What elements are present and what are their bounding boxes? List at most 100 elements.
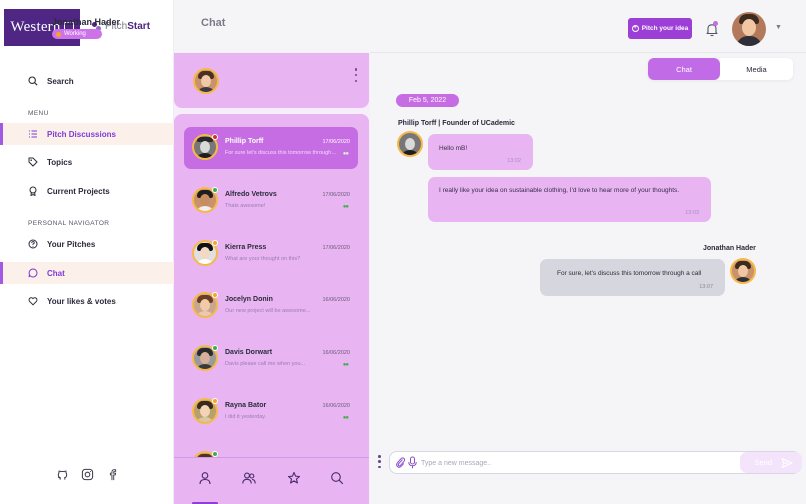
tab-chat[interactable]: Chat (648, 58, 720, 80)
notification-badge (713, 21, 718, 26)
conversation-tabs: Chat Media (648, 58, 793, 80)
last-message-time: 17/06/2020 (322, 139, 350, 145)
status-dot-icon (56, 31, 61, 37)
search-icon (331, 472, 344, 485)
chat-list-item[interactable] (184, 444, 358, 457)
delivered-icon: ●● (342, 151, 349, 157)
last-message-time: 16/06/2020 (322, 403, 350, 409)
microphone-icon[interactable] (407, 456, 418, 469)
contact-name: Alfredo Vetrovs (225, 191, 277, 198)
contact-name: Davis Dorwart (225, 349, 273, 356)
github-icon[interactable] (56, 468, 69, 481)
last-message-time: 16/06/2020 (322, 297, 350, 303)
status-dot (212, 134, 218, 140)
last-message-preview: For sure let's discuss this tomorrow thr… (225, 150, 337, 156)
star-icon (287, 471, 301, 484)
status-dot (212, 345, 218, 351)
last-message-time: 16/06/2020 (322, 350, 350, 356)
status-dot (212, 240, 218, 246)
tab-groups[interactable] (241, 470, 257, 486)
send-button[interactable]: Send (740, 452, 802, 473)
composer-options-icon[interactable] (378, 455, 381, 468)
contact-name: Jocelyn Donin (225, 296, 273, 303)
incoming-message: Hello mB! 13:02 (428, 134, 533, 170)
contact-name: Kierra Press (225, 244, 267, 251)
sidebar-item-label: Topics (47, 157, 73, 167)
sender-avatar[interactable] (397, 131, 423, 157)
university-logo[interactable]: Western (4, 9, 80, 46)
chat-bubble-icon (28, 268, 38, 278)
list-icon (29, 130, 37, 138)
incoming-message: I really like your idea on sustainable c… (428, 177, 711, 222)
outgoing-message: For sure, let's discuss this tomorrow th… (540, 259, 725, 296)
sidebar-item-chat[interactable]: Chat (0, 262, 174, 284)
more-options-icon[interactable] (354, 68, 358, 82)
reply-sender-name: Jonathan Hader (703, 245, 756, 252)
status-selector[interactable]: Working (52, 29, 102, 39)
sidebar-item-label: Chat (47, 268, 65, 278)
instagram-icon[interactable] (81, 468, 94, 481)
sidebar-item-pitch-discussions[interactable]: Pitch Discussions (0, 123, 174, 145)
last-message-preview: Our new project will be awesome... (225, 308, 311, 314)
tab-favorites[interactable] (286, 470, 302, 486)
message-input[interactable] (421, 456, 721, 470)
status-label: Working (64, 31, 86, 37)
status-dot (212, 187, 218, 193)
sender-label: Phillip Torff | Founder of UCademic (398, 120, 515, 127)
chat-list-item[interactable]: Jocelyn Donin 16/06/2020 Our new project… (184, 285, 358, 327)
pitch-idea-label: Pitch your idea (641, 25, 689, 32)
page-title: Chat (201, 17, 226, 29)
last-message-preview: What are your thought on this? (225, 256, 301, 262)
message-time: 13:02 (507, 158, 521, 164)
tag-icon (28, 157, 38, 167)
sidebar-item-your-pitches[interactable]: Your Pitches (0, 233, 174, 255)
sidebar-item-search[interactable]: Search (0, 70, 174, 92)
send-label: Send (754, 458, 772, 467)
sidebar: Western Pitch Start Search MENU Pitch Dis… (0, 0, 174, 504)
menu-heading: MENU (28, 110, 49, 117)
question-circle-icon (28, 239, 38, 249)
sidebar-item-current-projects[interactable]: Current Projects (0, 180, 174, 202)
current-user-card (174, 53, 369, 108)
chat-list-item[interactable]: Alfredo Vetrovs 17/06/2020 Thats awesome… (184, 180, 358, 222)
heart-icon (28, 297, 38, 306)
personal-navigator-heading: PERSONAL NAVIGATOR (28, 220, 110, 227)
contact-name: Phillip Torff (225, 138, 264, 145)
person-icon (199, 472, 211, 485)
last-message-time: 17/06/2020 (322, 192, 350, 198)
read-receipt-icon: ●● (342, 415, 349, 421)
send-icon (781, 457, 793, 468)
sidebar-item-topics[interactable]: Topics (0, 151, 174, 173)
chat-list-item[interactable]: Phillip Torff 17/06/2020 For sure let's … (184, 127, 358, 169)
award-icon (29, 186, 37, 196)
current-user-name: Jonathan Hader (52, 17, 121, 27)
people-icon (242, 472, 256, 484)
pitch-idea-button[interactable]: + Pitch your idea (628, 18, 692, 39)
last-message-preview: I did it yesterday. (225, 414, 267, 420)
sidebar-item-label: Your Pitches (47, 239, 96, 249)
message-time: 13:07 (699, 284, 713, 290)
sidebar-item-label: Current Projects (47, 186, 110, 196)
chat-list-item[interactable]: Kierra Press 17/06/2020 What are your th… (184, 233, 358, 275)
facebook-icon[interactable] (106, 468, 119, 481)
reply-avatar[interactable] (730, 258, 756, 284)
current-user-avatar[interactable] (193, 68, 219, 94)
message-text: For sure, let's discuss this tomorrow th… (557, 270, 702, 277)
message-time: 13:03 (685, 210, 699, 216)
chat-list-item[interactable]: Davis Dorwart 16/06/2020 Davis please ca… (184, 338, 358, 380)
chat-list-item[interactable]: Rayna Bator 16/06/2020 I did it yesterda… (184, 391, 358, 433)
chevron-down-icon[interactable]: ▼ (775, 24, 782, 31)
paperclip-icon[interactable] (395, 456, 406, 469)
tab-media[interactable]: Media (720, 58, 793, 80)
conversation-list: Phillip Torff 17/06/2020 For sure let's … (174, 114, 369, 457)
sidebar-item-likes-votes[interactable]: Your likes & votes (0, 290, 174, 312)
message-text: I really like your idea on sustainable c… (439, 187, 680, 194)
tab-search[interactable] (329, 470, 345, 486)
plus-circle-icon: + (631, 25, 639, 32)
chat-list-tab-bar (174, 457, 369, 504)
notifications-button[interactable] (704, 21, 720, 37)
tab-contacts[interactable] (197, 470, 213, 486)
sidebar-item-label: Your likes & votes (47, 296, 116, 306)
status-dot (212, 292, 218, 298)
user-avatar[interactable] (732, 12, 766, 46)
